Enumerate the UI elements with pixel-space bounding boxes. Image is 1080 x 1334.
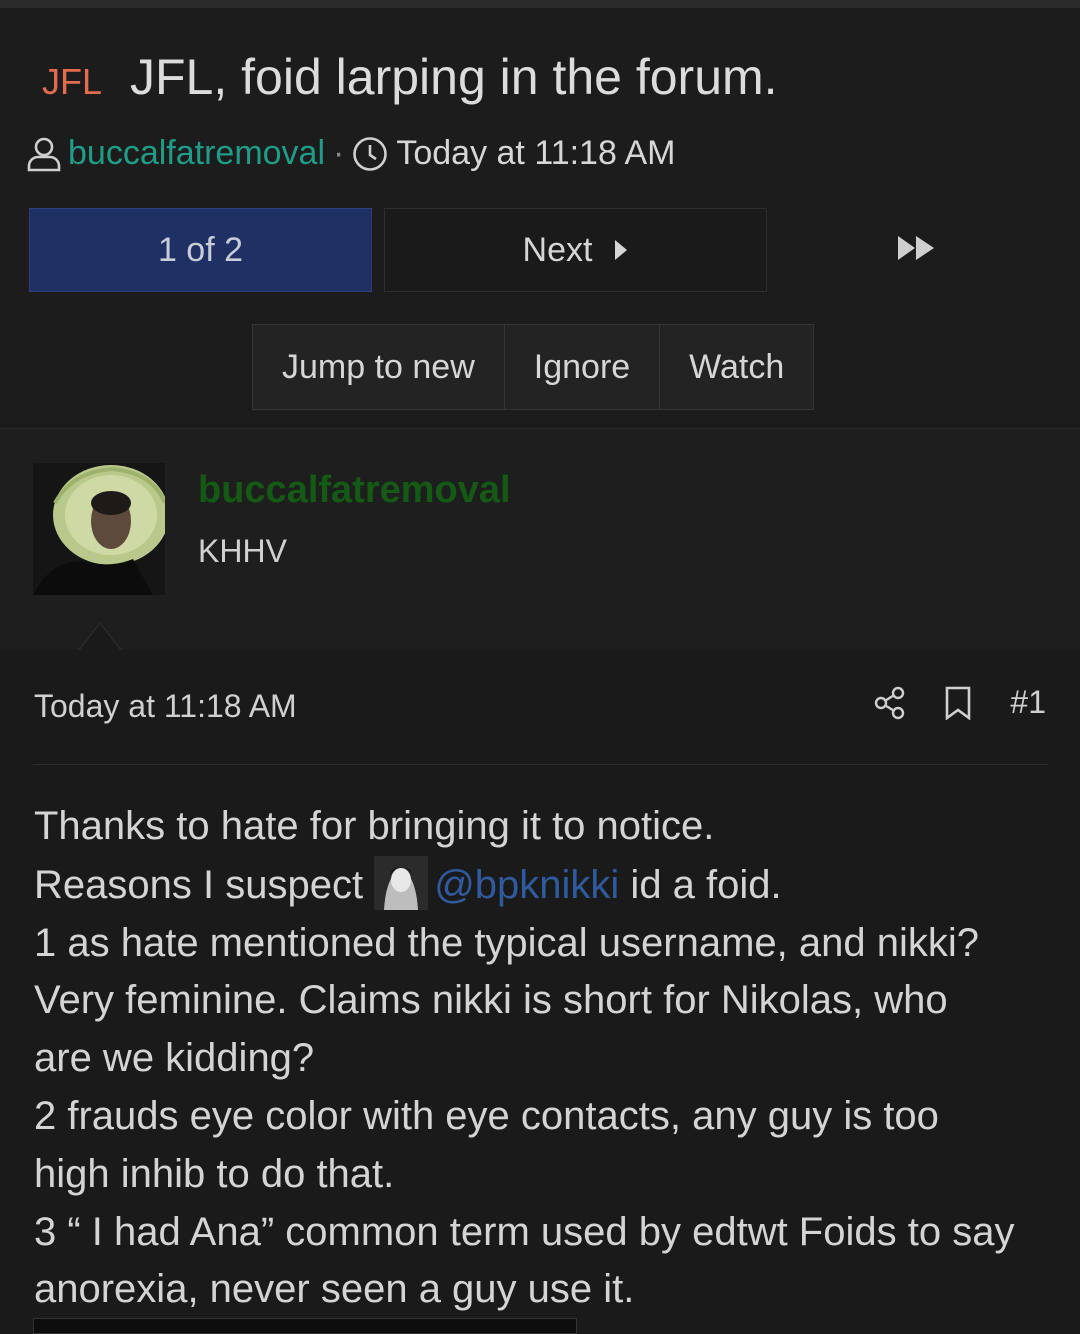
thread-header: JFL JFL, foid larping in the forum. bucc… [0,8,1080,428]
post-date[interactable]: Today at 11:18 AM [34,688,297,725]
next-page-label: Next [522,230,593,269]
watch-button[interactable]: Watch [660,325,813,409]
thread-prefix[interactable]: JFL [42,61,102,103]
avatar[interactable] [33,463,165,595]
post-line-7: high inhib to do that. [34,1151,395,1196]
post-line-3: 1 as hate mentioned the typical username… [34,920,980,965]
jump-to-new-button[interactable]: Jump to new [253,325,505,409]
ignore-button[interactable]: Ignore [505,325,661,409]
post-line-9: anorexia, never seen a guy use it. [34,1267,635,1312]
post-user-block: buccalfatremoval KHHV [0,428,1080,651]
post-content-area: Today at 11:18 AM #1 Thanks to hate for … [0,650,1080,1334]
post-username[interactable]: buccalfatremoval [198,469,511,512]
post-line-8: 3 “ I had Ana” common term used by edtwt… [34,1209,1015,1254]
thread-author-link[interactable]: buccalfatremoval [68,134,325,173]
meta-separator: · [333,134,345,172]
watch-label: Watch [689,347,785,386]
post-line-6: 2 frauds eye color with eye contacts, an… [34,1093,939,1138]
post-line-5: are we kidding? [34,1036,315,1081]
bookmark-icon[interactable] [944,686,972,720]
page-selector-button[interactable]: 1 of 2 [29,208,372,292]
post-arrow-notch-fill [80,624,120,650]
user-icon [26,135,62,173]
caret-right-icon [592,231,628,270]
post-line-2: Reasons I suspect @bpknikki id a foid. [34,855,1054,915]
next-page-button[interactable]: Next [384,208,767,292]
post-line-4: Very feminine. Claims nikki is short for… [34,978,948,1023]
post-body: Thanks to hate for bringing it to notice… [34,798,1054,1319]
post-line-2-before: Reasons I suspect [34,862,364,907]
fast-forward-icon [897,231,935,270]
post-permalink[interactable]: #1 [1010,684,1046,721]
thread-time[interactable]: Today at 11:18 AM [396,134,675,173]
ignore-label: Ignore [533,347,631,386]
thread-meta: buccalfatremoval · Today at 11:18 AM [26,134,675,173]
top-strip [0,0,1080,8]
post-user-title: KHHV [198,533,287,569]
post-line-2-after: id a foid. [619,862,782,907]
page-selector-label: 1 of 2 [157,230,244,269]
post-line-1: Thanks to hate for bringing it to notice… [34,804,715,848]
last-page-button[interactable] [880,208,952,292]
post-divider [33,764,1048,765]
clock-icon [352,136,388,172]
mention-link[interactable]: @bpknikki [434,863,619,907]
thread-title-row: JFL JFL, foid larping in the forum. [42,48,778,106]
jump-to-new-label: Jump to new [282,347,475,386]
thread-title: JFL, foid larping in the forum. [130,49,778,105]
post-tools: #1 [836,684,1046,721]
share-icon[interactable] [874,686,906,720]
thread-actions: Jump to new Ignore Watch [252,324,815,410]
mention-avatar [374,855,429,910]
